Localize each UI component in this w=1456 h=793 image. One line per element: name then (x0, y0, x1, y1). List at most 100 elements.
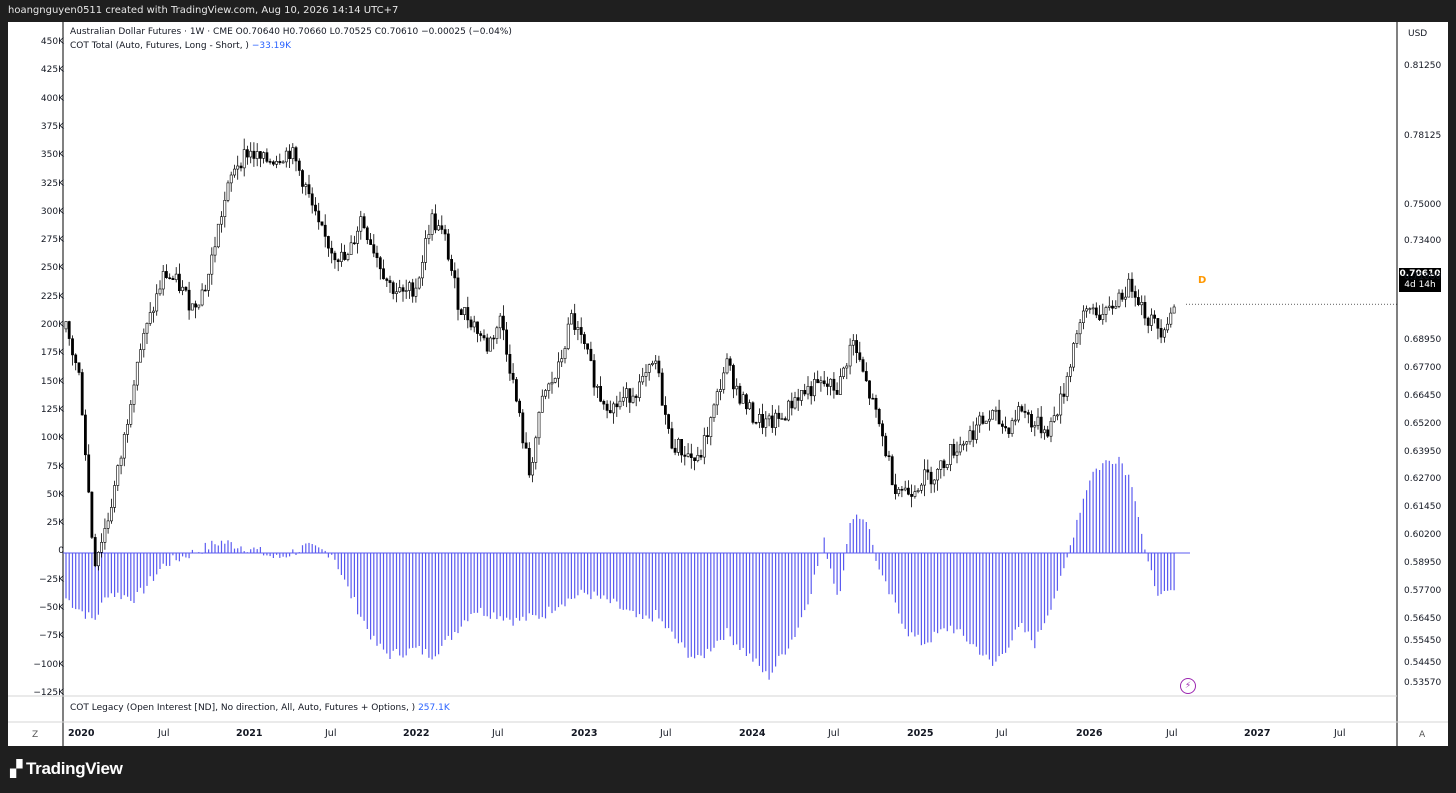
candle-body (343, 251, 347, 260)
cot-total-legend[interactable]: COT Total (Auto, Futures, Long - Short, … (70, 41, 291, 51)
candle-body (382, 268, 385, 280)
candle-body (547, 383, 551, 391)
lightning-icon[interactable]: ⚡ (1180, 678, 1196, 694)
dividend-marker[interactable]: D (1198, 275, 1206, 286)
candle-body (126, 423, 130, 435)
candle-body (569, 313, 573, 325)
candle-body (553, 377, 557, 383)
candle-body (427, 234, 431, 239)
candle-body (829, 378, 833, 387)
candle-body (74, 354, 78, 363)
candle-body (621, 397, 625, 402)
candle-body (861, 359, 865, 372)
right-axis-tick: 0.55450 (1404, 636, 1442, 647)
candle-body (557, 361, 560, 379)
candle-body (369, 239, 373, 245)
candle-body (544, 390, 547, 397)
left-axis-tick: −50K (39, 603, 64, 613)
candle-body (663, 405, 667, 415)
right-axis-tick: 0.75000 (1404, 200, 1442, 211)
candle-body (994, 409, 998, 412)
candle-body (981, 415, 985, 424)
left-axis-tick: 450K (40, 37, 64, 47)
left-axis-tick: 75K (46, 461, 64, 472)
candle-body (832, 378, 836, 391)
right-axis-tick: 0.68950 (1404, 335, 1442, 346)
candle-body (220, 216, 223, 225)
candle-body (203, 289, 207, 292)
right-axis-tick: 0.66450 (1404, 390, 1442, 401)
auto-scale-button[interactable]: A (1419, 730, 1425, 740)
candle-body (1150, 314, 1153, 326)
candle-body (122, 434, 126, 459)
right-axis-tick: 0.65200 (1404, 418, 1442, 429)
currency-label[interactable]: USD (1408, 29, 1427, 39)
left-axis-tick: −100K (33, 659, 64, 670)
candle-body (518, 400, 522, 414)
main-series-legend[interactable]: Australian Dollar Futures · 1W · CME O0.… (70, 27, 512, 37)
candle-body (391, 282, 395, 294)
candle-body (984, 420, 988, 424)
candle-body (725, 358, 729, 374)
candle-body (258, 151, 262, 159)
candle-body (1052, 415, 1056, 422)
candle-body (767, 415, 771, 420)
candle-body (631, 395, 635, 403)
candle-body (191, 303, 194, 311)
candle-body (722, 372, 726, 390)
candle-body (676, 438, 680, 453)
candle-body (796, 397, 800, 401)
candle-body (822, 380, 826, 385)
candle-body (1013, 419, 1017, 422)
tradingview-brand[interactable]: ▞ TradingView (10, 759, 123, 779)
candle-body (751, 402, 755, 423)
candle-body (275, 161, 279, 165)
candle-body (770, 415, 774, 428)
candle-body (932, 479, 936, 485)
candle-body (233, 168, 236, 176)
candle-body (411, 282, 415, 297)
candle-body (1072, 343, 1076, 368)
candle-body (842, 367, 846, 377)
candle-body (216, 223, 220, 248)
candle-body (466, 307, 470, 321)
candle-body (1004, 426, 1008, 429)
candle-body (625, 388, 628, 398)
candle-body (469, 319, 473, 328)
candle-body (897, 488, 901, 494)
cot-legacy-legend[interactable]: COT Legacy (Open Interest [ND], No direc… (70, 703, 450, 713)
candle-body (246, 149, 249, 158)
candle-body (803, 389, 807, 395)
candle-body (783, 418, 787, 421)
candle-body (271, 161, 275, 165)
candle-body (459, 309, 463, 316)
candle-body (453, 270, 457, 279)
chart-plot[interactable] (0, 0, 1456, 793)
candle-body (1163, 329, 1166, 338)
candle-body (825, 383, 829, 387)
zoom-button[interactable]: Z (32, 730, 38, 740)
candle-body (1088, 308, 1092, 310)
candle-body (1117, 292, 1121, 307)
candle-body (945, 464, 949, 468)
right-axis-tick: 0.53570 (1404, 678, 1442, 688)
candle-body (476, 321, 479, 334)
candle-body (1078, 322, 1082, 335)
candle-body (181, 286, 185, 292)
candle-body (683, 454, 687, 457)
left-axis-tick: 400K (40, 93, 64, 104)
left-axis-tick: −75K (39, 631, 64, 642)
candle-body (800, 389, 803, 401)
left-axis-tick: 275K (40, 235, 64, 246)
cot-legacy-value: 257.1K (418, 703, 450, 713)
candle-body (1039, 416, 1043, 434)
candle-body (955, 451, 959, 456)
candle-body (667, 414, 671, 429)
candle-body (501, 315, 505, 331)
candle-body (168, 277, 172, 280)
candle-body (294, 147, 298, 162)
time-axis-tick: 2026 (1076, 728, 1103, 739)
candle-body (1172, 306, 1176, 314)
candle-body (699, 454, 703, 458)
candle-body (618, 400, 622, 408)
